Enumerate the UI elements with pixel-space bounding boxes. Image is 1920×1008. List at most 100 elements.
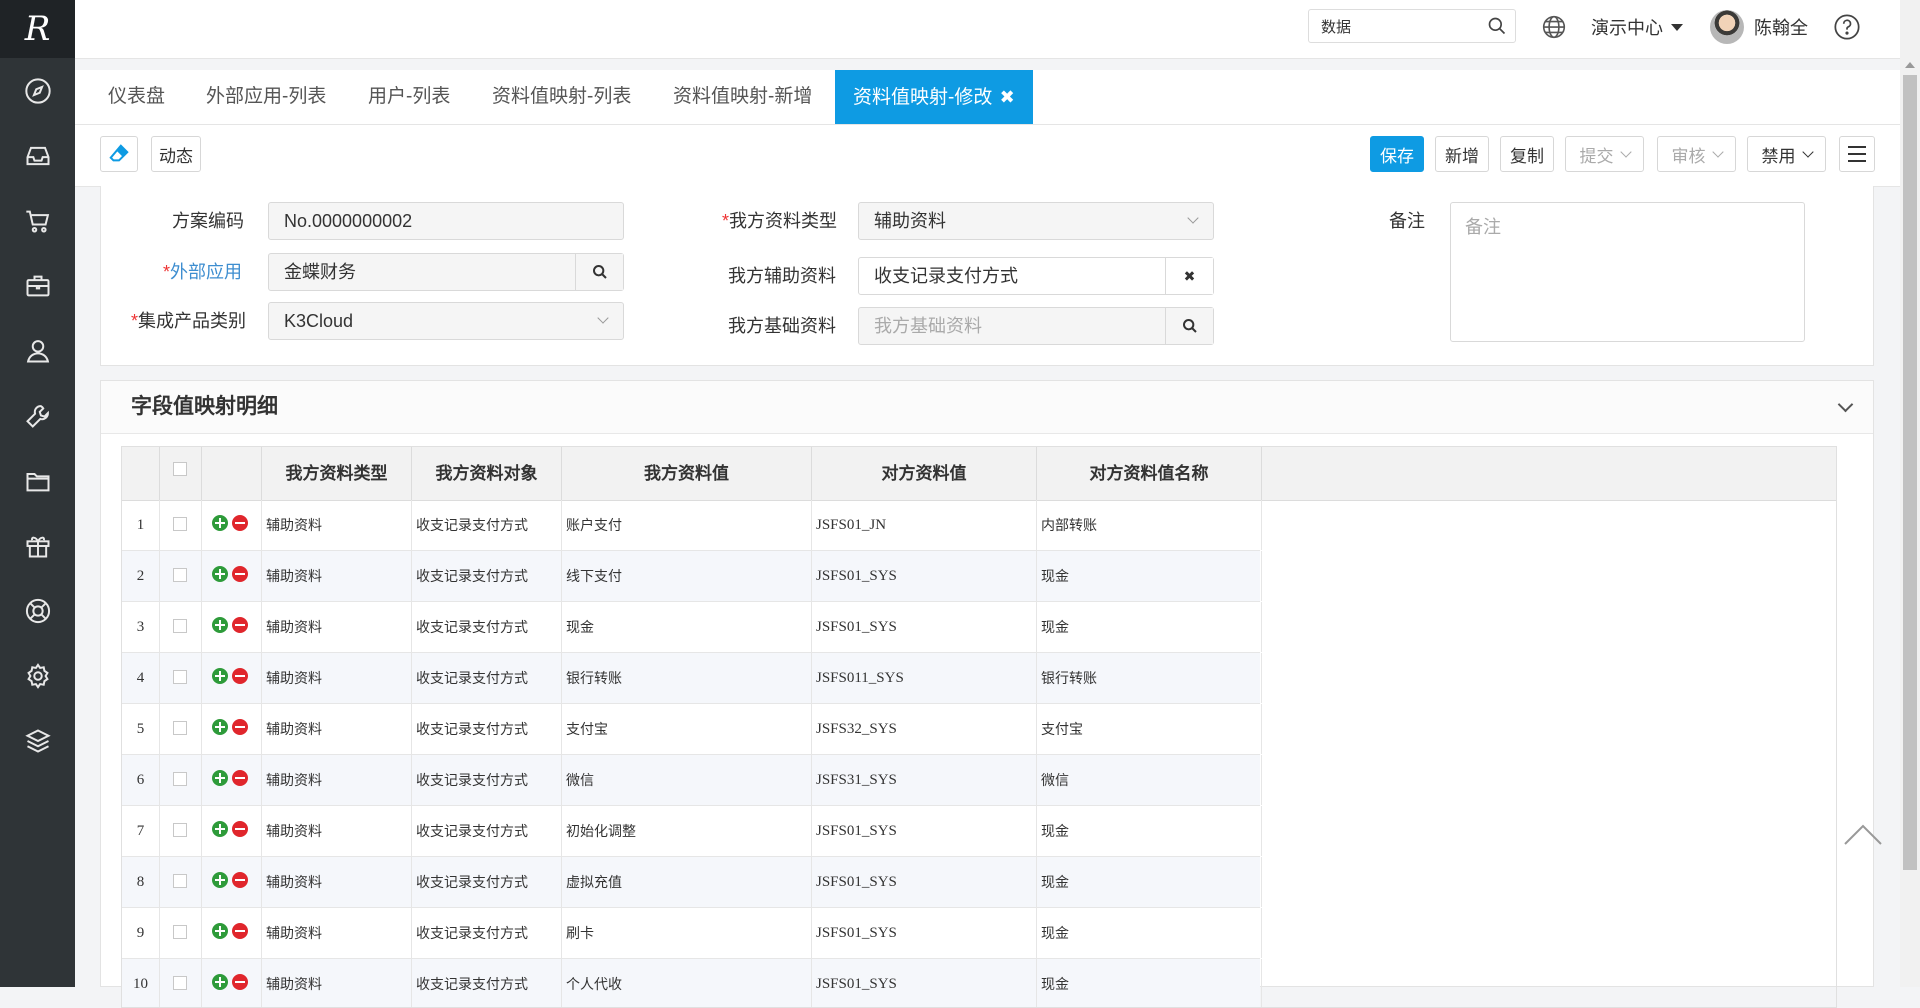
add-row-icon[interactable]: [212, 923, 228, 939]
remove-row-icon[interactable]: [232, 974, 248, 990]
cell-their-value[interactable]: JSFS01_SYS: [812, 551, 1037, 601]
eraser-button[interactable]: [100, 136, 138, 172]
remove-row-icon[interactable]: [232, 770, 248, 786]
row-checkbox[interactable]: [173, 619, 187, 633]
tab-value-mapping-list[interactable]: 资料值映射-列表: [492, 70, 631, 124]
search-icon[interactable]: [1487, 16, 1507, 36]
cell-their-value[interactable]: JSFS01_SYS: [812, 857, 1037, 907]
cell-our-object[interactable]: 收支记录支付方式: [412, 551, 562, 601]
cell-our-object[interactable]: 收支记录支付方式: [412, 755, 562, 805]
page-scroll-thumb[interactable]: [1903, 75, 1917, 870]
cell-their-value[interactable]: JSFS01_JN: [812, 500, 1037, 550]
header-our-type[interactable]: 我方资料类型: [262, 447, 412, 500]
sidebar-item-gift[interactable]: [0, 513, 75, 578]
search-input[interactable]: [1309, 10, 1503, 42]
sidebar-item-inbox[interactable]: [0, 123, 75, 188]
header-their-name[interactable]: 对方资料值名称: [1037, 447, 1262, 500]
remove-row-icon[interactable]: [232, 515, 248, 531]
cell-our-object[interactable]: 收支记录支付方式: [412, 653, 562, 703]
add-row-icon[interactable]: [212, 821, 228, 837]
cell-their-name[interactable]: 内部转账: [1037, 500, 1262, 550]
user-menu[interactable]: 陈翰全: [1710, 0, 1808, 54]
tab-external-app-list[interactable]: 外部应用-列表: [206, 70, 326, 124]
cell-their-value[interactable]: JSFS32_SYS: [812, 704, 1037, 754]
chevron-down-icon[interactable]: [1837, 396, 1854, 413]
sidebar-item-compass[interactable]: [0, 58, 75, 123]
grid-scrollbar[interactable]: [1836, 447, 1837, 1007]
our-aux-clear-button[interactable]: ✖: [1165, 258, 1213, 294]
cell-their-name[interactable]: 现金: [1037, 959, 1262, 1007]
add-row-icon[interactable]: [212, 668, 228, 684]
row-checkbox[interactable]: [173, 568, 187, 582]
tab-dashboard[interactable]: 仪表盘: [108, 70, 165, 124]
header-their-value[interactable]: 对方资料值: [812, 447, 1037, 500]
audit-dropdown[interactable]: 审核: [1657, 136, 1736, 172]
add-row-icon[interactable]: [212, 719, 228, 735]
table-row[interactable]: 7 辅助资料 收支记录支付方式 初始化调整 JSFS01_SYS 现金: [122, 806, 1262, 857]
cell-their-name[interactable]: 现金: [1037, 551, 1262, 601]
header-our-value[interactable]: 我方资料值: [562, 447, 812, 500]
cell-their-value[interactable]: JSFS31_SYS: [812, 755, 1037, 805]
add-button[interactable]: 新增: [1435, 136, 1489, 172]
cell-their-value[interactable]: JSFS011_SYS: [812, 653, 1037, 703]
cell-their-name[interactable]: 现金: [1037, 857, 1262, 907]
cell-their-name[interactable]: 支付宝: [1037, 704, 1262, 754]
cell-our-type[interactable]: 辅助资料: [262, 755, 412, 805]
cell-our-object[interactable]: 收支记录支付方式: [412, 857, 562, 907]
cell-our-type[interactable]: 辅助资料: [262, 704, 412, 754]
add-row-icon[interactable]: [212, 770, 228, 786]
remark-textarea[interactable]: [1450, 202, 1805, 342]
cell-their-name[interactable]: 现金: [1037, 602, 1262, 652]
cell-our-value[interactable]: 刷卡: [562, 908, 812, 958]
sidebar-item-cart[interactable]: [0, 188, 75, 253]
cell-our-object[interactable]: 收支记录支付方式: [412, 602, 562, 652]
our-base-search-button[interactable]: [1165, 308, 1213, 344]
tab-value-mapping-edit[interactable]: 资料值映射-修改 ✖: [835, 70, 1033, 124]
row-checkbox[interactable]: [173, 670, 187, 684]
close-icon[interactable]: ✖: [1000, 87, 1015, 107]
table-row[interactable]: 8 辅助资料 收支记录支付方式 虚拟充值 JSFS01_SYS 现金: [122, 857, 1262, 908]
sidebar-item-settings[interactable]: [0, 643, 75, 708]
dynamic-button[interactable]: 动态: [151, 136, 201, 172]
our-aux-field[interactable]: 收支记录支付方式 ✖: [858, 257, 1214, 295]
cell-our-object[interactable]: 收支记录支付方式: [412, 500, 562, 550]
add-row-icon[interactable]: [212, 515, 228, 531]
remove-row-icon[interactable]: [232, 872, 248, 888]
section-header[interactable]: 字段值映射明细: [101, 381, 1873, 434]
submit-dropdown[interactable]: 提交: [1565, 136, 1644, 172]
cell-our-object[interactable]: 收支记录支付方式: [412, 806, 562, 856]
select-all-checkbox[interactable]: [173, 462, 187, 476]
table-row[interactable]: 4 辅助资料 收支记录支付方式 银行转账 JSFS011_SYS 银行转账: [122, 653, 1262, 704]
product-select[interactable]: K3Cloud: [268, 302, 624, 340]
add-row-icon[interactable]: [212, 974, 228, 990]
our-type-select[interactable]: 辅助资料: [858, 202, 1214, 240]
sidebar-item-wrench[interactable]: [0, 383, 75, 448]
cell-their-name[interactable]: 现金: [1037, 806, 1262, 856]
cell-our-type[interactable]: 辅助资料: [262, 653, 412, 703]
sidebar-item-user[interactable]: [0, 318, 75, 383]
cell-our-value[interactable]: 虚拟充值: [562, 857, 812, 907]
cell-our-value[interactable]: 账户支付: [562, 500, 812, 550]
sidebar-item-layers[interactable]: [0, 708, 75, 773]
help-button[interactable]: [1833, 0, 1861, 54]
add-row-icon[interactable]: [212, 872, 228, 888]
cell-our-value[interactable]: 现金: [562, 602, 812, 652]
cell-their-value[interactable]: JSFS01_SYS: [812, 602, 1037, 652]
cell-their-name[interactable]: 银行转账: [1037, 653, 1262, 703]
copy-button[interactable]: 复制: [1500, 136, 1554, 172]
sidebar-item-folder[interactable]: [0, 448, 75, 513]
cell-their-value[interactable]: JSFS01_SYS: [812, 806, 1037, 856]
cell-our-type[interactable]: 辅助资料: [262, 500, 412, 550]
our-base-field[interactable]: 我方基础资料: [858, 307, 1214, 345]
app-logo[interactable]: R: [0, 0, 75, 58]
tab-value-mapping-new[interactable]: 资料值映射-新增: [673, 70, 812, 124]
remove-row-icon[interactable]: [232, 719, 248, 735]
cell-our-object[interactable]: 收支记录支付方式: [412, 704, 562, 754]
disable-dropdown[interactable]: 禁用: [1747, 136, 1826, 172]
table-row[interactable]: 2 辅助资料 收支记录支付方式 线下支付 JSFS01_SYS 现金: [122, 551, 1262, 602]
table-row[interactable]: 6 辅助资料 收支记录支付方式 微信 JSFS31_SYS 微信: [122, 755, 1262, 806]
row-checkbox[interactable]: [173, 721, 187, 735]
header-our-object[interactable]: 我方资料对象: [412, 447, 562, 500]
table-row[interactable]: 9 辅助资料 收支记录支付方式 刷卡 JSFS01_SYS 现金: [122, 908, 1262, 959]
remove-row-icon[interactable]: [232, 923, 248, 939]
